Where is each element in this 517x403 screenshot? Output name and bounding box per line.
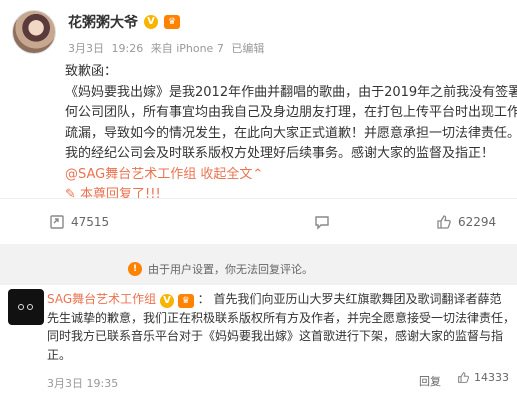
reply-restriction-notice: ! 由于用户设置，你无法回复评论。 — [0, 258, 517, 282]
commenter-name[interactable]: SAG舞台艺术工作组 — [47, 292, 156, 306]
post-line: 何公司团队，所有事宜均由我自己及身边朋友打理，在打包上传平台时出现工作 — [65, 105, 517, 120]
post-text: 致歉函： 《妈妈要我出嫁》是我2012年作曲并翻唱的歌曲，由于2019年之前我没… — [65, 62, 517, 206]
post-meta: 3月3日 19:26 来自 iPhone 7 已编辑 — [68, 40, 268, 56]
vip-icon: ♛ — [177, 294, 194, 309]
like-button[interactable]: 62294 — [436, 199, 496, 245]
notice-text: 由于用户设置，你无法回复评论。 — [148, 263, 313, 276]
post-edited[interactable]: 已编辑 — [231, 42, 264, 55]
commenter-avatar[interactable] — [8, 289, 44, 325]
comment-line: 先生诚挚的歉意，我们正在积极联系版权所有方及作者，并完全愿意接受一切法律责任， — [47, 310, 516, 325]
comment-icon — [315, 216, 329, 230]
logo-dot-icon — [27, 304, 33, 310]
comment-like-button[interactable]: 14333 — [457, 371, 509, 384]
chevron-up-icon: ⌃ — [252, 166, 264, 182]
comment-button[interactable] — [314, 199, 336, 245]
thumbs-up-icon — [458, 372, 470, 383]
weibo-post: 花粥粥大爷 V ♛ 3月3日 19:26 来自 iPhone 7 已编辑 致歉函… — [0, 0, 517, 202]
collapse-link[interactable]: 收起全文 — [200, 167, 252, 182]
comment-first-line: SAG舞台艺术工作组 V ♛ ： 首先我们向亚历山大罗夫红旗歌舞团及歌词翻译者薛… — [47, 290, 510, 309]
repost-button[interactable]: 47515 — [49, 199, 109, 245]
post-line: 《妈妈要我出嫁》是我2012年作曲并翻唱的歌曲，由于2019年之前我没有签署任 — [65, 84, 517, 100]
comment-item: SAG舞台艺术工作组 V ♛ ： 首先我们向亚历山大罗夫红旗歌舞团及歌词翻译者薛… — [0, 285, 517, 403]
post-line: 致歉函： — [65, 64, 118, 79]
author-name[interactable]: 花粥粥大爷 — [68, 12, 138, 32]
post-time[interactable]: 19:26 — [112, 42, 144, 55]
post-line: 我的经纪公司会及时联系版权方处理好后续事务。感谢大家的监督及指正！ — [65, 146, 495, 161]
thumbs-up-icon — [437, 215, 451, 229]
repost-icon — [50, 215, 64, 229]
comment-time: 3月3日 19:35 — [47, 377, 119, 390]
author-avatar[interactable] — [12, 10, 56, 54]
post-date[interactable]: 3月3日 — [68, 42, 104, 55]
notice-content: ! 由于用户设置，你无法回复评论。 — [128, 261, 313, 277]
comment-separator: ： — [197, 292, 210, 306]
like-count: 62294 — [458, 215, 497, 229]
comment-line: 首先我们向亚历山大罗夫红旗歌舞团及歌词翻译者薛范 — [213, 292, 502, 306]
verified-icon: V — [144, 15, 158, 29]
verified-icon: V — [159, 294, 174, 308]
comment-body: SAG舞台艺术工作组 V ♛ ： 首先我们向亚历山大罗夫红旗歌舞团及歌词翻译者薛… — [47, 290, 516, 364]
warning-icon: ! — [128, 262, 142, 276]
comment-line: 同时我方已联系音乐平台对于《妈妈要我出嫁》这首歌进行下架，感谢大家的监督与指 — [47, 329, 504, 343]
vip-icon: ♛ — [164, 15, 180, 29]
post-source: 来自 iPhone 7 — [150, 42, 224, 55]
post-actions: 47515 62294 — [0, 198, 517, 244]
comment-line: 正。 — [47, 347, 72, 362]
comment-like-count: 14333 — [474, 371, 509, 384]
repost-count: 47515 — [71, 215, 110, 229]
mention-line: @SAG舞台艺术工作组 收起全文⌃ — [65, 165, 505, 186]
author-row: 花粥粥大爷 V ♛ — [68, 12, 180, 32]
mention-link[interactable]: @SAG舞台艺术工作组 — [65, 167, 196, 182]
comment-reply-button[interactable]: 回复 — [419, 373, 441, 389]
post-line: 疏漏，导致如今的情况发生，在此向大家正式道歉！并愿意承担一切法律责任。 — [65, 125, 517, 141]
logo-dot-icon — [18, 304, 24, 310]
